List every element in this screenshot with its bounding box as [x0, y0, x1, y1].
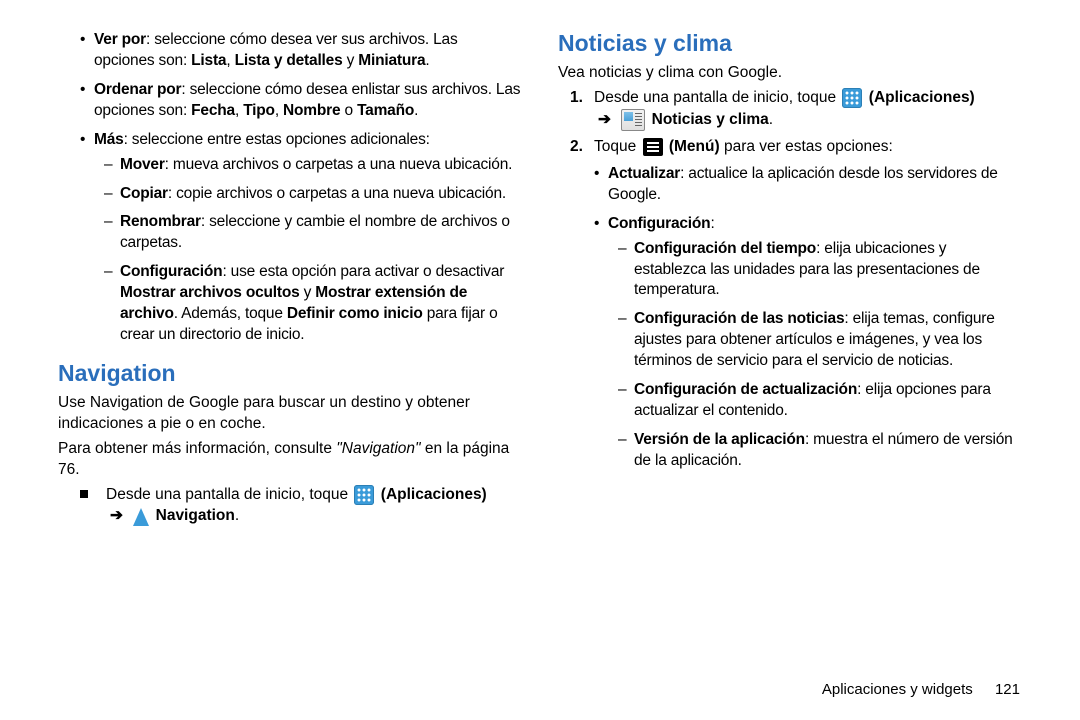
menu-options: Actualizar: actualice la aplicación desd…	[594, 164, 1022, 472]
news-weather-icon	[621, 109, 645, 131]
step-1: 1. Desde una pantalla de inicio, toque (…	[570, 88, 1022, 131]
item-configuracion: Configuración: use esta opción para acti…	[104, 262, 522, 346]
column-left: Ver por: seleccione cómo desea ver sus a…	[50, 30, 542, 700]
item-renombrar: Renombrar: seleccione y cambie el nombre…	[104, 212, 522, 254]
item-mas: Más: seleccione entre estas opciones adi…	[80, 130, 522, 346]
label: Ver por	[94, 31, 146, 48]
mas-sublist: Mover: mueva archivos o carpetas a una n…	[104, 155, 522, 346]
page-footer: Aplicaciones y widgets 121	[822, 681, 1020, 698]
arrow-icon: ➔	[598, 111, 611, 128]
options-list: Ver por: seleccione cómo desea ver sus a…	[80, 30, 522, 346]
config-sublist: Configuración del tiempo: elija ubicacio…	[618, 239, 1022, 472]
page-number: 121	[995, 681, 1020, 698]
menu-icon	[643, 138, 663, 156]
navigation-icon	[133, 508, 149, 526]
heading-noticias: Noticias y clima	[558, 30, 1022, 57]
apps-icon	[842, 88, 862, 108]
cfg-noticias: Configuración de las noticias: elija tem…	[618, 309, 1022, 372]
label: Ordenar por	[94, 81, 181, 98]
cfg-actualizacion: Configuración de actualización: elija op…	[618, 380, 1022, 422]
cfg-version: Versión de la aplicación: muestra el núm…	[618, 430, 1022, 472]
noticias-intro: Vea noticias y clima con Google.	[558, 63, 1022, 84]
item-ordenar-por: Ordenar por: seleccione cómo desea enlis…	[80, 80, 522, 122]
arrow-icon: ➔	[110, 507, 123, 524]
item-ver-por: Ver por: seleccione cómo desea ver sus a…	[80, 30, 522, 72]
item-configuracion: Configuración: Configuración del tiempo:…	[594, 214, 1022, 472]
nav-step: Desde una pantalla de inicio, toque (Apl…	[80, 485, 522, 527]
footer-section: Aplicaciones y widgets	[822, 681, 973, 698]
nav-description: Use Navigation de Google para buscar un …	[58, 393, 522, 435]
step-2: 2. Toque (Menú) para ver estas opciones:…	[570, 137, 1022, 472]
cfg-tiempo: Configuración del tiempo: elija ubicacio…	[618, 239, 1022, 302]
item-copiar: Copiar: copie archivos o carpetas a una …	[104, 184, 522, 205]
nav-steps: Desde una pantalla de inicio, toque (Apl…	[80, 485, 522, 527]
item-mover: Mover: mueva archivos o carpetas a una n…	[104, 155, 522, 176]
item-actualizar: Actualizar: actualice la aplicación desd…	[594, 164, 1022, 206]
apps-icon	[354, 485, 374, 505]
column-right: Noticias y clima Vea noticias y clima co…	[542, 30, 1030, 700]
nav-more-info: Para obtener más información, consulte "…	[58, 439, 522, 481]
manual-page: Ver por: seleccione cómo desea ver sus a…	[0, 0, 1080, 720]
heading-navigation: Navigation	[58, 360, 522, 387]
noticias-steps: 1. Desde una pantalla de inicio, toque (…	[570, 88, 1022, 472]
